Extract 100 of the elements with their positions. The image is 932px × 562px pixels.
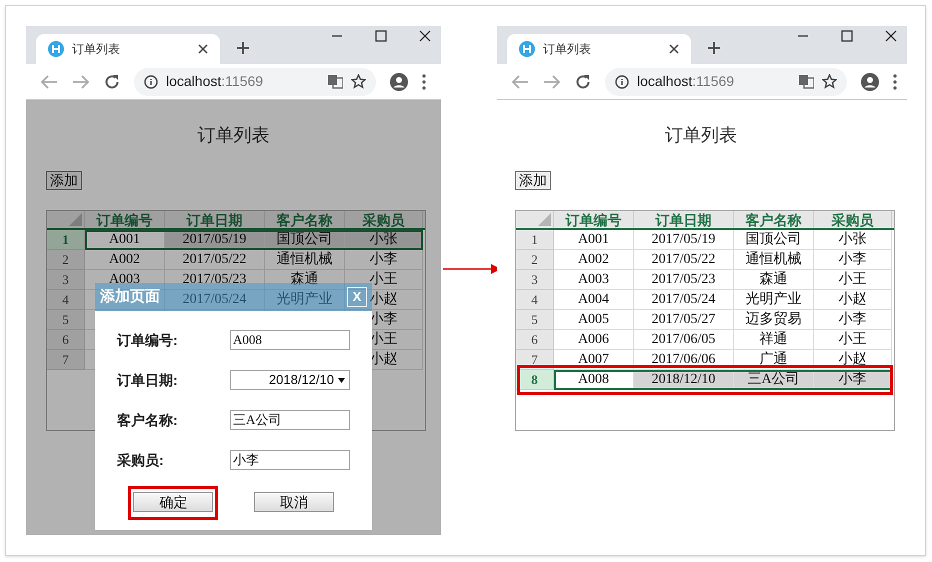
table-cell: 迈多贸易 (734, 310, 814, 330)
page-heading: 订单列表 (665, 124, 737, 147)
row-number[interactable]: 2 (47, 250, 85, 270)
table-cell: 2017/05/22 (165, 250, 265, 270)
add-button[interactable]: 添加 (46, 171, 82, 190)
table-cell: 森通 (734, 270, 814, 290)
row-number[interactable]: 7 (47, 350, 85, 370)
table-cell: A005 (554, 310, 634, 330)
field-label: 客户名称: (117, 410, 178, 430)
close-icon[interactable] (885, 30, 897, 42)
table-cell: 2017/05/22 (634, 250, 734, 270)
close-icon[interactable] (198, 44, 208, 54)
input-field[interactable]: 三A公司 (230, 410, 350, 430)
row-number[interactable]: 1 (516, 230, 554, 250)
table-cell: A006 (554, 330, 634, 350)
address-bar[interactable]: localhost:11569 (605, 68, 847, 96)
table-cell: 小李 (814, 310, 892, 330)
column-header[interactable]: 采购员 (345, 211, 423, 228)
info-icon (615, 74, 629, 88)
menu-icon[interactable] (422, 74, 426, 90)
table-cell: 2017/05/24 (634, 290, 734, 310)
favicon-icon (519, 41, 535, 57)
row-number[interactable]: 8 (516, 370, 554, 390)
info-icon (144, 74, 158, 88)
page-heading: 订单列表 (198, 124, 270, 147)
table-cell: 森通 (265, 270, 345, 290)
url-text: localhost:11569 (166, 72, 264, 91)
column-header[interactable]: 采购员 (814, 211, 892, 228)
maximize-icon[interactable] (841, 30, 853, 42)
add-button[interactable]: 添加 (515, 171, 551, 190)
reload-icon[interactable] (575, 74, 591, 90)
column-header[interactable]: 订单编号 (85, 211, 165, 228)
table-cell: 小王 (814, 330, 892, 350)
row-number[interactable]: 5 (47, 310, 85, 330)
star-icon[interactable] (822, 74, 837, 89)
table-cell: 国顶公司 (734, 230, 814, 250)
close-icon[interactable] (669, 44, 679, 54)
table-cell: 通恒机械 (265, 250, 345, 270)
column-header[interactable]: 客户名称 (265, 211, 345, 228)
translate-icon[interactable] (328, 74, 343, 89)
date-dropdown[interactable]: 2018/12/10 (230, 370, 350, 390)
table-cell: A003 (85, 270, 165, 290)
menu-icon[interactable] (893, 74, 897, 90)
table-cell: 光明产业 (734, 290, 814, 310)
dialog-button[interactable]: 确定 (133, 492, 214, 512)
table-cell: 小张 (814, 230, 892, 250)
table-cell: 小王 (345, 270, 423, 290)
dialog-button[interactable]: 取消 (254, 492, 334, 512)
browser-tab[interactable]: 订单列表 (507, 34, 691, 64)
row-number[interactable]: 3 (47, 270, 85, 290)
maximize-icon[interactable] (375, 30, 387, 42)
reload-icon[interactable] (104, 74, 120, 90)
table-cell: A002 (554, 250, 634, 270)
table-cell: 2017/05/23 (634, 270, 734, 290)
column-header[interactable]: 订单日期 (165, 211, 265, 228)
account-icon[interactable] (861, 72, 879, 90)
row-number[interactable]: 3 (516, 270, 554, 290)
field-label: 订单日期: (117, 370, 178, 390)
row-number[interactable]: 4 (47, 290, 85, 310)
input-field[interactable]: A008 (230, 330, 350, 350)
table-cell: 小赵 (814, 290, 892, 310)
input-field[interactable]: 小李 (230, 450, 350, 470)
star-icon[interactable] (351, 74, 366, 89)
favicon-icon (48, 41, 64, 57)
new-tab-icon[interactable] (236, 41, 250, 55)
row-number[interactable]: 4 (516, 290, 554, 310)
close-icon[interactable] (419, 30, 431, 42)
url-text: localhost:11569 (637, 72, 736, 91)
table-cell: 2017/05/27 (634, 310, 734, 330)
table-cell: 光明产业 (265, 290, 345, 310)
table-cell: 2017/05/23 (165, 270, 265, 290)
row-number[interactable]: 6 (47, 330, 85, 350)
field-label: 订单编号: (117, 330, 178, 350)
table-cell: A002 (85, 250, 165, 270)
table-cell: 小李 (345, 250, 423, 270)
table-cell: 小王 (814, 270, 892, 290)
field-label: 采购员: (117, 450, 164, 470)
row-number[interactable]: 6 (516, 330, 554, 350)
table-cell: 祥通 (734, 330, 814, 350)
row-number[interactable]: 2 (516, 250, 554, 270)
dropdown-caret-icon (338, 378, 345, 382)
table-cell: A001 (554, 230, 634, 250)
row-number[interactable]: 5 (516, 310, 554, 330)
table-cell: 2017/05/24 (165, 290, 265, 310)
row-number[interactable]: 1 (47, 230, 85, 250)
table-cell: 2017/06/05 (634, 330, 734, 350)
tab-title: 订单列表 (72, 41, 121, 58)
column-header[interactable]: 订单编号 (554, 211, 634, 228)
column-header[interactable]: 客户名称 (734, 211, 814, 228)
new-tab-icon[interactable] (707, 41, 721, 55)
table-cell: 2017/05/19 (634, 230, 734, 250)
table-cell: A004 (554, 290, 634, 310)
table-cell: A003 (554, 270, 634, 290)
column-header[interactable]: 订单日期 (634, 211, 734, 228)
translate-icon[interactable] (799, 74, 814, 89)
address-bar[interactable]: localhost:11569 (134, 68, 376, 96)
browser-tab[interactable]: 订单列表 (36, 34, 220, 64)
tab-title: 订单列表 (543, 41, 592, 58)
account-icon[interactable] (390, 72, 408, 90)
table-cell: 通恒机械 (734, 250, 814, 270)
